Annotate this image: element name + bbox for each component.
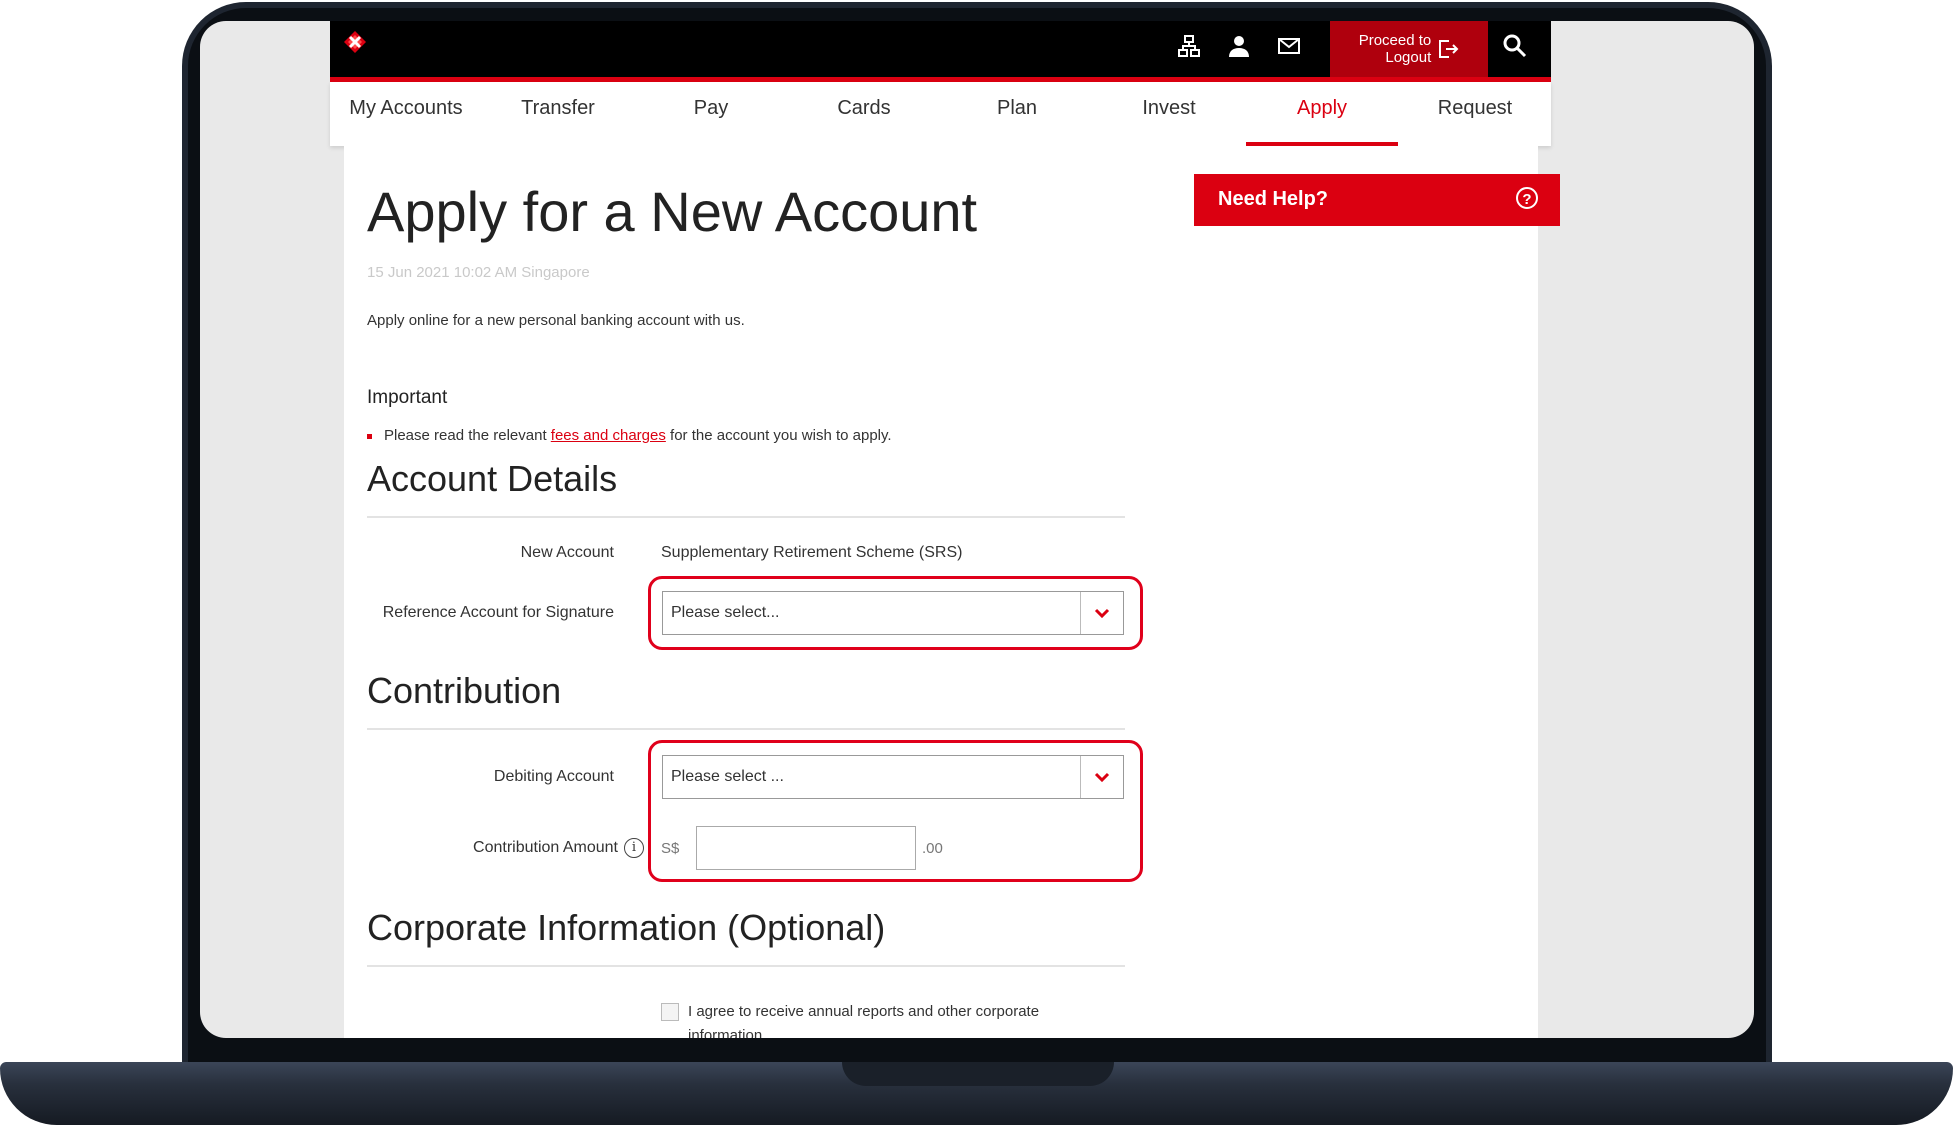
nav-invest[interactable]: Invest — [1093, 82, 1245, 146]
mail-icon[interactable] — [1274, 31, 1304, 61]
reference-account-value: Please select... — [671, 604, 780, 621]
page-title: Apply for a New Account — [367, 180, 978, 243]
corporate-info-label[interactable]: I agree to receive annual reports and ot… — [688, 1000, 1108, 1038]
nav-cards[interactable]: Cards — [788, 82, 940, 146]
section-divider — [367, 965, 1125, 967]
debiting-account-label: Debiting Account — [493, 768, 614, 785]
timestamp: 15 Jun 2021 10:02 AM Singapore — [367, 264, 590, 281]
important-heading: Important — [367, 387, 448, 408]
sitemap-icon[interactable] — [1174, 31, 1204, 61]
logout-label: Proceed to Logout — [1359, 32, 1432, 66]
nav-request[interactable]: Request — [1399, 82, 1551, 146]
new-account-value: Supplementary Retirement Scheme (SRS) — [661, 544, 963, 561]
important-prefix: Please read the relevant — [384, 427, 547, 444]
nav-transfer[interactable]: Transfer — [482, 82, 634, 146]
profile-icon[interactable] — [1224, 31, 1254, 61]
nav-plan[interactable]: Plan — [941, 82, 1093, 146]
account-details-title: Account Details — [367, 458, 618, 499]
new-account-label: New Account — [520, 544, 614, 561]
need-help-button[interactable]: Need Help? ? — [1194, 174, 1560, 226]
screen: Proceed to Logout My Accounts Transfer P… — [200, 21, 1754, 1038]
help-circle-icon: ? — [1516, 187, 1538, 209]
main-content: Apply for a New Account 15 Jun 2021 10:0… — [344, 146, 1560, 1038]
important-note: Please read the relevant fees and charge… — [367, 427, 892, 444]
laptop-notch — [842, 1062, 1114, 1086]
corporate-info-checkbox[interactable] — [661, 1003, 679, 1021]
contribution-amount-input[interactable] — [696, 826, 916, 870]
important-suffix: for the account you wish to apply. — [670, 427, 892, 444]
corporate-info-title: Corporate Information (Optional) — [367, 907, 886, 948]
debiting-account-value: Please select ... — [671, 768, 784, 785]
logout-button[interactable]: Proceed to Logout — [1330, 21, 1488, 77]
info-icon[interactable]: i — [624, 838, 644, 858]
top-bar: Proceed to Logout — [330, 21, 1551, 82]
section-divider — [367, 516, 1125, 518]
reference-account-select[interactable]: Please select... — [662, 591, 1124, 635]
contribution-amount-text: Contribution Amount — [473, 839, 618, 857]
section-divider — [367, 728, 1125, 730]
need-help-label: Need Help? — [1218, 188, 1329, 210]
nav-pay[interactable]: Pay — [635, 82, 787, 146]
logo-icon[interactable] — [344, 31, 366, 53]
logout-line-2: Logout — [1385, 49, 1432, 66]
contribution-amount-label: Contribution Amount i — [344, 838, 644, 858]
search-icon[interactable] — [1500, 31, 1530, 61]
chevron-down-icon[interactable] — [1080, 756, 1123, 798]
logout-icon — [1439, 40, 1459, 58]
currency-prefix: S$ — [661, 840, 680, 857]
fees-and-charges-link[interactable]: fees and charges — [551, 427, 666, 444]
bullet-icon — [367, 433, 372, 439]
reference-account-label: Reference Account for Signature — [382, 604, 614, 621]
main-nav: My Accounts Transfer Pay Cards Plan Inve… — [330, 82, 1551, 146]
cents-suffix: .00 — [922, 840, 943, 857]
contribution-title: Contribution — [367, 670, 562, 711]
intro-text: Apply online for a new personal banking … — [367, 312, 745, 329]
nav-apply[interactable]: Apply — [1246, 82, 1398, 146]
debiting-account-select[interactable]: Please select ... — [662, 755, 1124, 799]
nav-my-accounts[interactable]: My Accounts — [330, 82, 482, 146]
chevron-down-icon[interactable] — [1080, 592, 1123, 634]
banking-app: Proceed to Logout My Accounts Transfer P… — [330, 21, 1560, 1038]
logout-line-1: Proceed to — [1358, 32, 1432, 49]
